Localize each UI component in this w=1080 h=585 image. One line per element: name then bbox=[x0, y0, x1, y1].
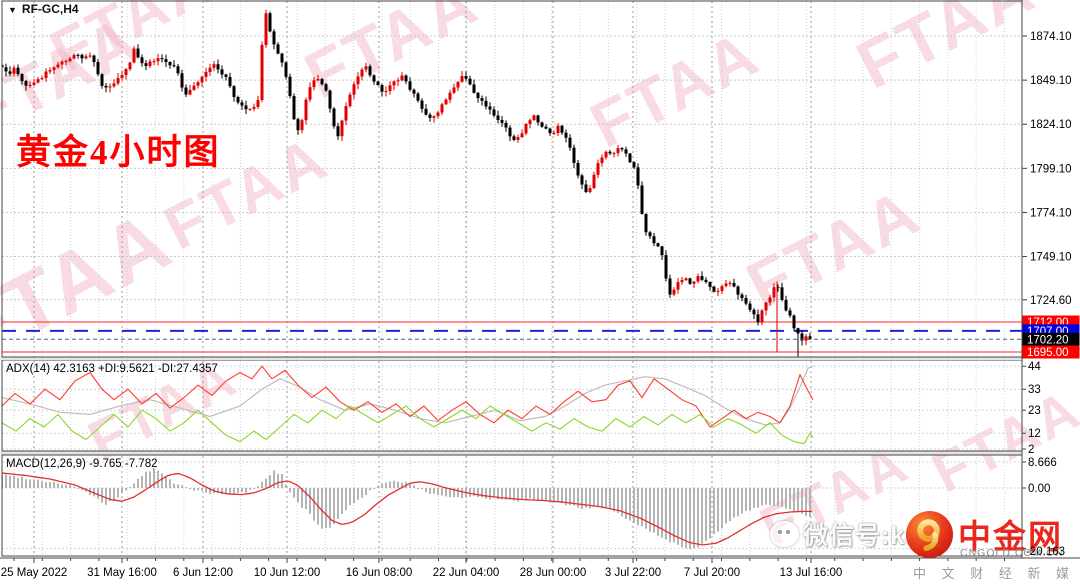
time-axis: 25 May 2022 31 May 16:00 6 Jun 12:00 10 Jun… bbox=[1, 558, 1005, 579]
svg-text:1874.10: 1874.10 bbox=[1030, 31, 1072, 43]
dropdown-triangle-icon: ▼ bbox=[8, 5, 17, 15]
time-axis-label: 7 Jul 20:00 bbox=[684, 567, 740, 579]
time-axis-label: 10 Jun 12:00 bbox=[254, 567, 321, 579]
svg-text:44: 44 bbox=[1028, 361, 1041, 373]
adx-header: ADX(14) 42.3163 +DI:9.5621 -DI:27.4357 bbox=[6, 363, 218, 375]
svg-text:1702.20: 1702.20 bbox=[1027, 334, 1069, 346]
svg-text:23: 23 bbox=[1028, 405, 1041, 417]
cngold-logo-icon bbox=[905, 510, 954, 559]
time-axis-label: 16 Jun 08:00 bbox=[346, 567, 413, 579]
wechat-id-text: 微信号:ka bbox=[803, 522, 921, 550]
chart-canvas[interactable]: 1874.10 1849.10 1824.10 1799.10 1774.10 1749.… bbox=[0, 0, 1080, 585]
svg-text:0.00: 0.00 bbox=[1028, 483, 1050, 495]
wechat-icon bbox=[770, 521, 799, 547]
time-axis-label: 3 Jul 22:00 bbox=[605, 567, 661, 579]
time-axis-label: 28 Jun 00:00 bbox=[520, 567, 587, 579]
trading-chart-window: FTAA FTAA FTAA FTAA FTAA FTAA FTAA FTAA FTAA FTAA… bbox=[0, 0, 1080, 585]
time-axis-label: 22 Jun 04:00 bbox=[433, 567, 500, 579]
chart-title-overlay: 黄金4小时图 bbox=[16, 133, 221, 172]
svg-text:2: 2 bbox=[1028, 444, 1034, 456]
svg-text:1749.10: 1749.10 bbox=[1030, 252, 1072, 264]
time-axis-label: 13 Jul 16:00 bbox=[780, 567, 843, 579]
wechat-watermark: 微信号:ka bbox=[770, 516, 920, 552]
svg-text:12: 12 bbox=[1028, 428, 1041, 440]
site-tagline: 中 文 财 经 新 媒 体 bbox=[913, 566, 1080, 581]
time-axis-label: 25 May 2022 bbox=[1, 567, 68, 579]
adx-lines bbox=[2, 365, 814, 445]
macd-min-axis-label: -20.163 bbox=[1026, 546, 1066, 558]
svg-text:8.666: 8.666 bbox=[1028, 457, 1057, 469]
time-axis-label: 6 Jun 12:00 bbox=[173, 567, 233, 579]
price-axis: 1874.10 1849.10 1824.10 1799.10 1774.10 1749.… bbox=[1022, 31, 1072, 549]
svg-text:1695.00: 1695.00 bbox=[1027, 347, 1069, 359]
macd-histogram bbox=[2, 467, 811, 550]
svg-text:1774.10: 1774.10 bbox=[1030, 207, 1072, 219]
symbol-selector[interactable]: ▼ RF-GC,H4 bbox=[8, 2, 79, 16]
svg-text:1824.10: 1824.10 bbox=[1030, 119, 1072, 131]
symbol-label: RF-GC,H4 bbox=[21, 2, 79, 16]
vertical-gridlines bbox=[13, 1, 1005, 556]
macd-header: MACD(12,26,9) -9.765 -7.782 bbox=[6, 458, 158, 470]
svg-text:1849.10: 1849.10 bbox=[1030, 75, 1072, 87]
time-axis-label: 31 May 16:00 bbox=[87, 567, 157, 579]
svg-text:1724.60: 1724.60 bbox=[1030, 295, 1072, 307]
price-tags: 1712.001707.001702.201695.00 bbox=[1022, 315, 1080, 359]
svg-text:1799.10: 1799.10 bbox=[1030, 163, 1072, 175]
svg-text:33: 33 bbox=[1028, 384, 1041, 396]
